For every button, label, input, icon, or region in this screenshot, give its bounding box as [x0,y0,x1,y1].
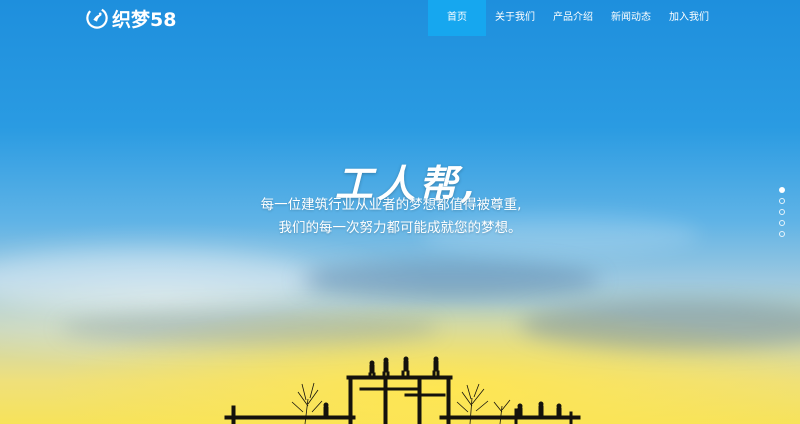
brand-name: 织梦58 [112,8,177,31]
banner-line-1: 每一位建筑行业从业者的梦想都值得被尊重, [260,197,522,213]
nav-item-join[interactable]: 加入我们 [660,0,718,36]
nav-item-about[interactable]: 关于我们 [486,0,544,36]
banner-subtitle: 每一位建筑行业从业者的梦想都值得被尊重, 我们的每一次努力都可能成就您的梦想。 [0,194,800,240]
logo-icon [86,7,108,29]
banner-line-2: 我们的每一次努力都可能成就您的梦想。 [278,220,522,236]
slider-pagination [779,187,787,242]
nav-item-news[interactable]: 新闻动态 [602,0,660,36]
construction-silhouette [224,356,581,424]
slider-dot[interactable] [779,231,785,237]
brand-logo[interactable]: 织梦58 [86,6,177,31]
slider-dot[interactable] [779,220,785,226]
nav-item-home[interactable]: 首页 [428,0,486,36]
nav-item-products[interactable]: 产品介绍 [544,0,602,36]
top-navigation: 织梦58 首页 关于我们 产品介绍 新闻动态 加入我们 [0,0,800,36]
slider-dot[interactable] [779,198,785,204]
slider-dot[interactable] [779,187,785,193]
main-menu: 首页 关于我们 产品介绍 新闻动态 加入我们 [428,0,718,36]
slider-dot[interactable] [779,209,785,215]
